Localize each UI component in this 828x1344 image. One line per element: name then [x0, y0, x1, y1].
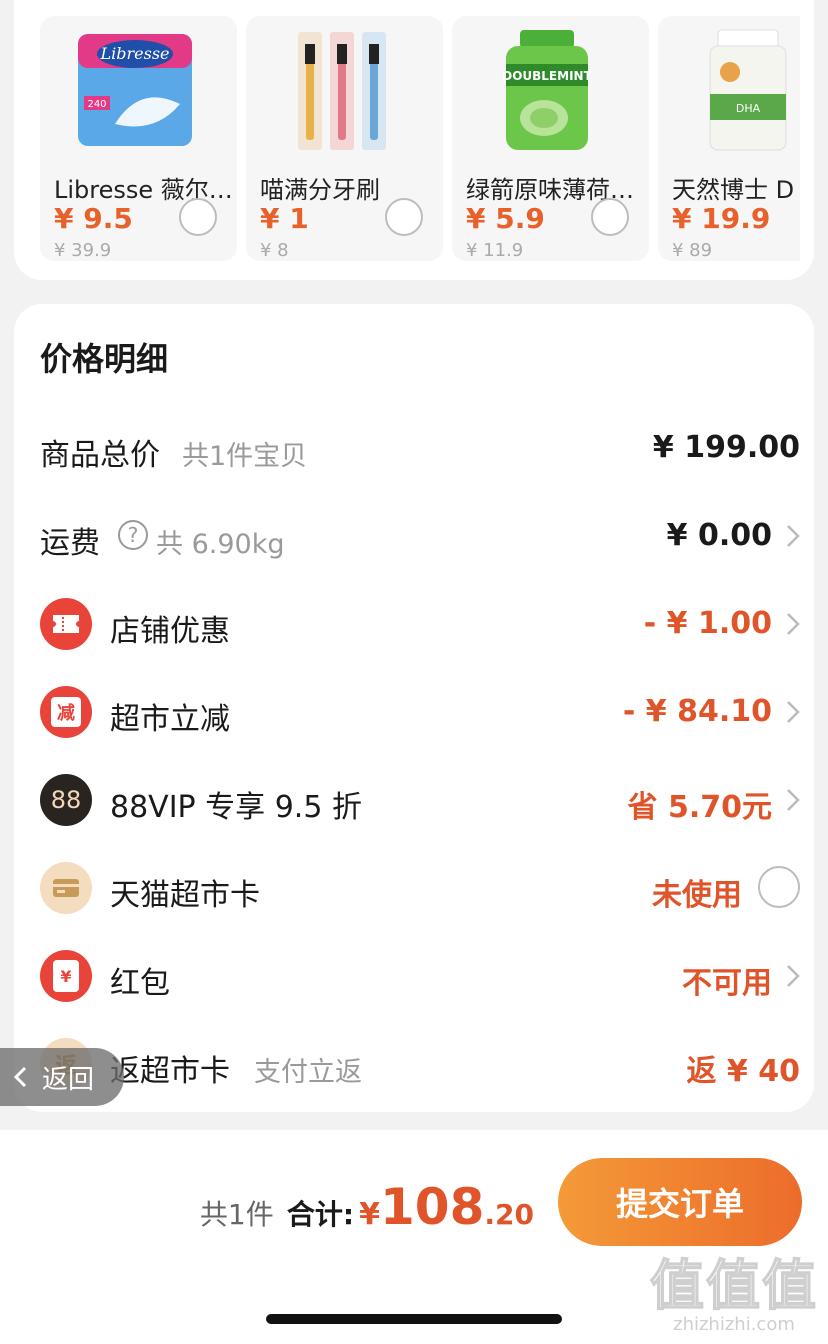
store-discount-value: - ¥ 1.00 [643, 606, 772, 641]
cashback-card-row: 返 返超市卡 支付立返 返 ¥ 40 [40, 1034, 800, 1094]
svg-text:Libresse: Libresse [100, 44, 170, 63]
price-detail-title: 价格明细 [40, 340, 169, 378]
product-price: ¥ 1 [260, 202, 309, 235]
goods-total-row: 商品总价 共1件宝贝 ¥ 199.00 [40, 418, 800, 478]
tmall-card-row[interactable]: 天猫超市卡 未使用 [40, 858, 800, 918]
total-decimal: .20 [484, 1198, 534, 1231]
shipping-label: 运费 [40, 526, 100, 561]
product-price: ¥ 5.9 [466, 202, 545, 235]
red-packet-status: 不可用 [682, 966, 772, 1001]
market-reduce-row[interactable]: 减 超市立减 - ¥ 84.10 [40, 682, 800, 742]
coupon-icon [40, 598, 92, 650]
product-card[interactable]: DOUBLEMINT 绿箭原味薄荷… ¥ 5.9 ¥ 11.9 [452, 16, 649, 261]
watermark-site: zhizhizhi.com [673, 1314, 795, 1335]
item-count: 共1件 [199, 1198, 274, 1231]
price-detail-card: 价格明细 商品总价 共1件宝贝 ¥ 199.00 运费 ? 共 6.90kg ¥… [14, 304, 814, 1112]
chevron-right-icon [787, 965, 800, 987]
chevron-right-icon [787, 789, 800, 811]
vip-discount-value: 省 5.70元 [627, 790, 772, 825]
submit-order-button[interactable]: 提交订单 [558, 1158, 802, 1246]
cashback-card-label: 返超市卡 [110, 1054, 230, 1089]
product-select-radio[interactable] [591, 198, 629, 236]
product-select-radio[interactable] [385, 198, 423, 236]
recommended-products-card: Libresse 240 Libresse 薇尔… ¥ 9.5 ¥ 39.9 喵… [14, 0, 814, 280]
product-original-price: ¥ 11.9 [466, 240, 524, 261]
red-packet-row[interactable]: ¥ 红包 不可用 [40, 946, 800, 1006]
vip-88-icon: 88 [40, 774, 92, 826]
back-label: 返回 [42, 1064, 95, 1095]
chevron-right-icon [787, 613, 800, 635]
shipping-value: ¥ 0.00 [666, 518, 772, 553]
reduce-icon: 减 [40, 686, 92, 738]
home-indicator[interactable] [266, 1314, 562, 1324]
chevron-right-icon [787, 701, 800, 723]
question-circle-icon[interactable]: ? [118, 520, 148, 550]
natures-way-dha-bottle-image: DHA [709, 29, 787, 151]
store-discount-label: 店铺优惠 [110, 614, 230, 649]
vip-discount-label: 88VIP 专享 9.5 折 [110, 790, 362, 825]
product-card[interactable]: 喵满分牙刷 ¥ 1 ¥ 8 [246, 16, 443, 261]
product-original-price: ¥ 8 [260, 240, 289, 261]
product-price: ¥ 19.9 [672, 202, 771, 235]
market-reduce-value: - ¥ 84.10 [622, 694, 772, 729]
product-card[interactable]: Libresse 240 Libresse 薇尔… ¥ 9.5 ¥ 39.9 [40, 16, 237, 261]
cashback-card-value: 返 ¥ 40 [686, 1054, 800, 1089]
total-currency: ¥ [359, 1197, 381, 1232]
watermark-logo: 值值值 [649, 1254, 818, 1317]
product-price: ¥ 9.5 [54, 202, 133, 235]
svg-text:240: 240 [87, 99, 106, 110]
product-select-radio[interactable] [179, 198, 217, 236]
product-name: 天然博士 D [672, 176, 795, 204]
store-discount-row[interactable]: 店铺优惠 - ¥ 1.00 [40, 594, 800, 654]
tmall-card-status: 未使用 [652, 878, 742, 913]
total-label: 合计: [286, 1198, 355, 1231]
card-icon [40, 862, 92, 914]
tmall-card-radio[interactable] [758, 866, 800, 908]
shipping-row[interactable]: 运费 ? 共 6.90kg ¥ 0.00 [40, 506, 800, 566]
back-button[interactable]: 返回 [0, 1048, 124, 1106]
vip-discount-row[interactable]: 88 88VIP 专享 9.5 折 省 5.70元 [40, 770, 800, 830]
tmall-card-label: 天猫超市卡 [110, 878, 260, 913]
total-integer: 108 [380, 1178, 485, 1236]
order-summary: 共1件 合计: ¥108.20 [200, 1178, 534, 1236]
red-packet-label: 红包 [110, 966, 170, 1001]
chevron-right-icon [787, 525, 800, 547]
product-original-price: ¥ 89 [672, 240, 713, 261]
products-row: Libresse 240 Libresse 薇尔… ¥ 9.5 ¥ 39.9 喵… [40, 16, 800, 261]
toothbrush-pack-image [298, 32, 386, 150]
product-original-price: ¥ 39.9 [54, 240, 112, 261]
product-card[interactable]: DHA 天然博士 D ¥ 19.9 ¥ 89 [658, 16, 800, 261]
shipping-weight-text: 共 6.90kg [156, 529, 285, 560]
svg-text:DHA: DHA [736, 102, 761, 115]
cashback-card-sub: 支付立返 [254, 1057, 362, 1088]
doublemint-bottle-image: DOUBLEMINT [502, 30, 593, 150]
libresse-pad-pack-image: Libresse 240 [78, 34, 192, 146]
goods-count-text: 共1件宝贝 [182, 441, 308, 472]
chevron-left-icon [13, 1066, 27, 1088]
goods-total-value: ¥ 199.00 [652, 430, 800, 465]
market-reduce-label: 超市立减 [110, 702, 230, 737]
goods-total-label: 商品总价 [40, 438, 160, 473]
red-packet-icon: ¥ [40, 950, 92, 1002]
svg-text:DOUBLEMINT: DOUBLEMINT [502, 69, 592, 83]
site-watermark: 值值值 zhizhizhi.com [649, 1254, 818, 1335]
